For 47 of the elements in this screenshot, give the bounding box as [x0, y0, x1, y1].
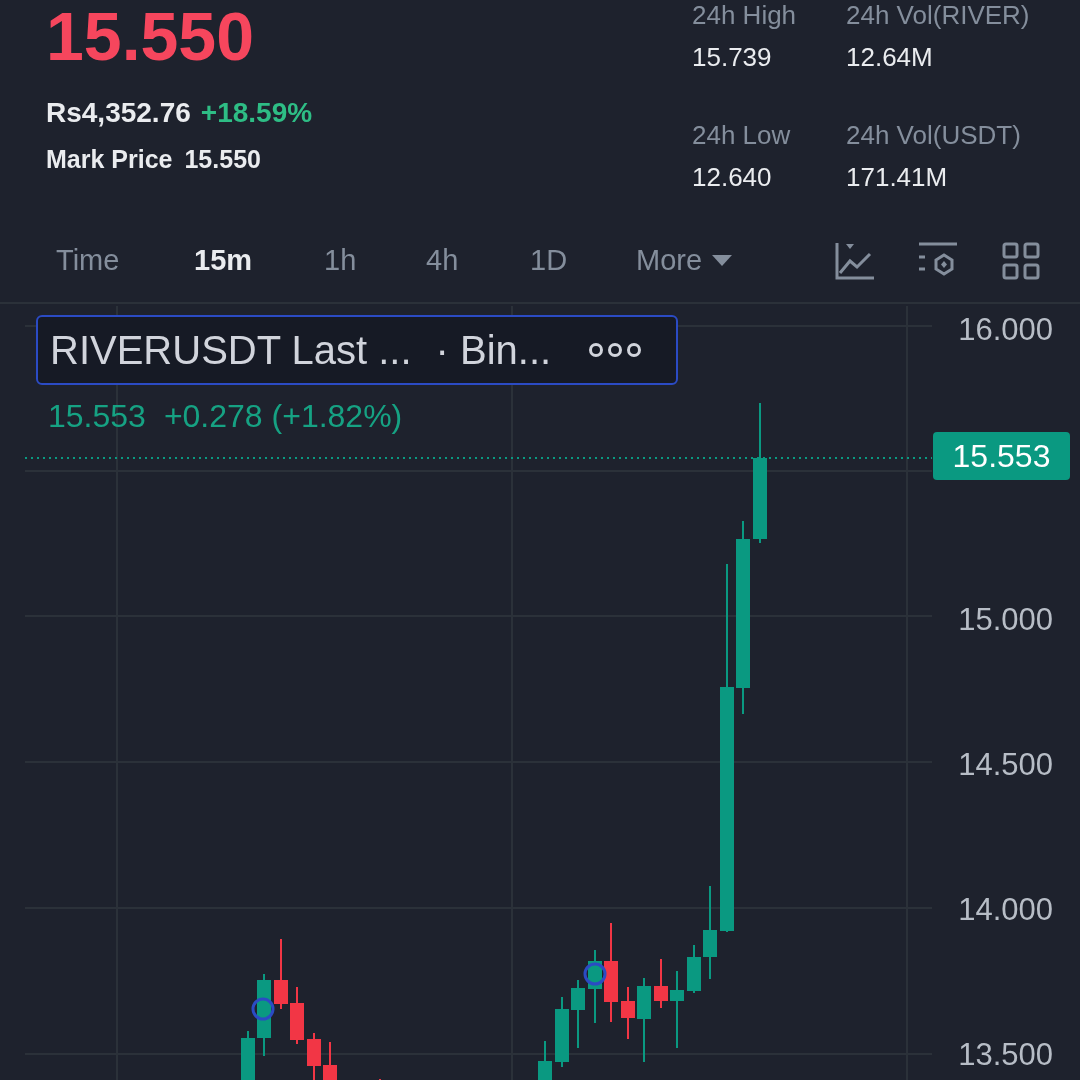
price-tag: 15.553 [933, 432, 1070, 480]
chart-indicator-icon[interactable] [834, 241, 874, 281]
stat-label: 24h High [692, 0, 798, 30]
candlestick [621, 986, 635, 1040]
y-axis-label: 14.000 [958, 892, 1053, 927]
more-icon[interactable] [588, 342, 642, 358]
candlestick [379, 1078, 381, 1080]
interval-tab[interactable]: 1h [324, 239, 426, 283]
candlestick [307, 1032, 321, 1080]
exchange-name: · Bin... [435, 327, 552, 374]
candlestick [290, 986, 304, 1045]
caret-icon [712, 255, 733, 267]
price-change: +18.59% [200, 96, 313, 130]
candlestick [323, 1041, 337, 1080]
stat-value: 12.640 [692, 162, 773, 192]
candlestick [555, 996, 569, 1068]
stat-label: 24h Vol(RIVER) [846, 0, 1031, 30]
last-value: 15.553 [48, 397, 146, 436]
stat-label: 24h Vol(USDT) [846, 120, 1022, 150]
y-axis-label: 15.000 [958, 602, 1053, 637]
stat-label: 24h Low [692, 120, 792, 150]
last-price: 15.550 [46, 2, 255, 70]
candlestick [538, 1040, 552, 1080]
grid-layout-icon[interactable] [1002, 242, 1040, 280]
candlestick [274, 938, 288, 1010]
symbol-title: RIVERUSDT Last ... [50, 327, 412, 374]
interval-tab[interactable]: 1D [530, 239, 636, 283]
mark-price-label: Mark Price [46, 144, 173, 174]
candlestick [654, 958, 668, 1009]
trade-marker-icon [583, 962, 607, 986]
interval-tab[interactable]: 15m [194, 239, 324, 283]
stat-value: 171.41M [846, 162, 949, 192]
candlestick [687, 944, 701, 994]
fiat-value: Rs4,352.76 [46, 96, 191, 130]
stat-value: 12.64M [846, 42, 934, 72]
y-axis-label: 14.500 [958, 747, 1053, 782]
candlestick [241, 1030, 255, 1080]
trade-marker-icon [251, 997, 275, 1021]
y-axis-label: 16.000 [958, 312, 1053, 347]
stat-value: 15.739 [692, 42, 773, 72]
mark-price: 15.550 [184, 144, 261, 174]
y-axis-label: 13.500 [958, 1037, 1053, 1072]
last-change: +0.278 (+1.82%) [163, 397, 403, 436]
candlestick [571, 979, 585, 1049]
interval-tab[interactable]: 4h [426, 239, 530, 283]
interval-tab[interactable]: Time [56, 239, 194, 283]
more-dropdown[interactable]: More [636, 239, 766, 283]
